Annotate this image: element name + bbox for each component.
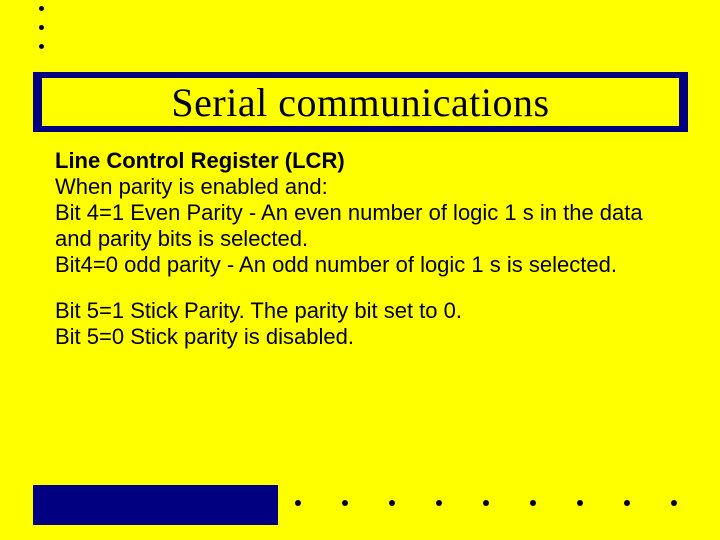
- dot-icon: [389, 500, 395, 506]
- section-heading: Line Control Register (LCR): [55, 148, 665, 174]
- decorative-dots-bottom: [295, 500, 718, 506]
- dot-icon: [342, 500, 348, 506]
- dot-icon: [295, 500, 301, 506]
- body-line: Bit4=0 odd parity - An odd number of log…: [55, 252, 665, 278]
- dot-icon: [671, 500, 677, 506]
- body-line: Bit 5=1 Stick Parity. The parity bit set…: [55, 298, 665, 324]
- decorative-dots-top: [39, 6, 44, 63]
- slide: Serial communications Line Control Regis…: [0, 0, 720, 540]
- dot-icon: [624, 500, 630, 506]
- body-line: Bit 5=0 Stick parity is disabled.: [55, 324, 665, 350]
- dot-icon: [39, 25, 44, 30]
- dot-icon: [39, 44, 44, 49]
- dot-icon: [39, 6, 44, 11]
- dot-icon: [436, 500, 442, 506]
- dot-icon: [530, 500, 536, 506]
- slide-title: Serial communications: [171, 79, 549, 126]
- dot-icon: [577, 500, 583, 506]
- body-text: Line Control Register (LCR) When parity …: [55, 148, 665, 350]
- title-inner: Serial communications: [42, 78, 679, 126]
- dot-icon: [483, 500, 489, 506]
- body-line: When parity is enabled and:: [55, 174, 665, 200]
- footer-box: [33, 485, 278, 525]
- body-line: Bit 4=1 Even Parity - An even number of …: [55, 200, 665, 252]
